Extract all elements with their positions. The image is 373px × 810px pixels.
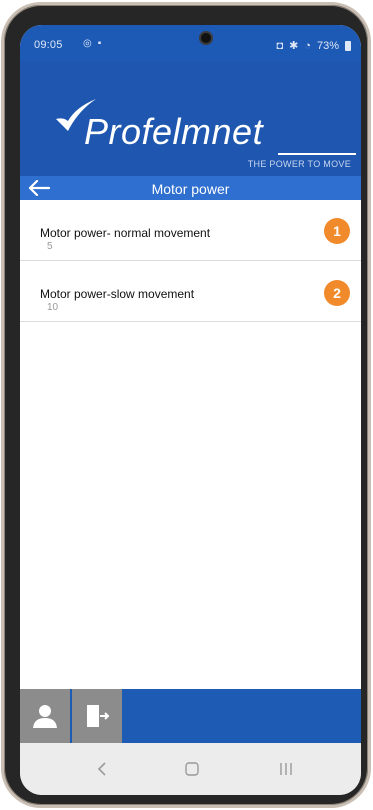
item-title: Motor power- normal movement	[40, 226, 211, 240]
exit-button[interactable]	[72, 689, 122, 743]
brand-header: Profelmnet THE POWER TO MOVE	[20, 61, 361, 176]
status-bar: 09:05 ◎ ▪ ◘ ✱ ◔ 73%	[20, 25, 361, 61]
notification-icon: ◎	[83, 38, 92, 49]
item-value: 10	[47, 302, 59, 313]
battery-percent: 73%	[316, 39, 339, 52]
exit-door-icon	[87, 705, 110, 727]
logo-underline	[278, 153, 356, 155]
system-nav-bar	[20, 743, 361, 795]
status-notification-icons: ◎ ▪	[83, 38, 101, 49]
callout-badge: 1	[324, 218, 350, 244]
wifi-icon: ◔	[304, 39, 311, 52]
status-right-icons: ◘ ✱ ◔ 73%	[276, 39, 351, 52]
page-title: Motor power	[151, 181, 230, 197]
recents-icon	[280, 763, 292, 775]
user-button[interactable]	[20, 689, 70, 743]
list-item-normal-movement[interactable]: Motor power- normal movement 5 1	[20, 200, 361, 261]
nav-recents-button[interactable]	[266, 755, 306, 783]
callout-badge: 2	[324, 280, 350, 306]
bluetooth-icon: ✱	[289, 40, 299, 52]
logo-tagline: THE POWER TO MOVE	[247, 159, 351, 169]
item-value: 5	[47, 241, 53, 252]
battery-icon	[345, 40, 351, 51]
bottom-bar	[20, 689, 361, 743]
nav-home-button[interactable]	[172, 755, 212, 783]
home-square-icon	[185, 762, 199, 776]
title-bar: Motor power	[20, 176, 361, 200]
chevron-left-icon	[97, 762, 106, 776]
logo-text: Profelmnet	[84, 111, 264, 152]
gallery-icon: ▪	[97, 38, 102, 49]
list-item-slow-movement[interactable]: Motor power-slow movement 10 2	[20, 261, 361, 322]
phone-frame: 09:05 ◎ ▪ ◘ ✱ ◔ 73% Profelmnet THE POWER…	[1, 2, 371, 808]
user-icon	[33, 705, 57, 728]
item-title: Motor power-slow movement	[40, 287, 195, 301]
screen: 09:05 ◎ ▪ ◘ ✱ ◔ 73% Profelmnet THE POWER…	[20, 25, 361, 795]
front-camera	[199, 31, 213, 45]
settings-list: Motor power- normal movement 5 1 Motor p…	[20, 200, 361, 322]
status-time: 09:05	[34, 39, 63, 51]
alarm-icon: ◘	[276, 39, 284, 52]
nav-back-button[interactable]	[82, 755, 122, 783]
